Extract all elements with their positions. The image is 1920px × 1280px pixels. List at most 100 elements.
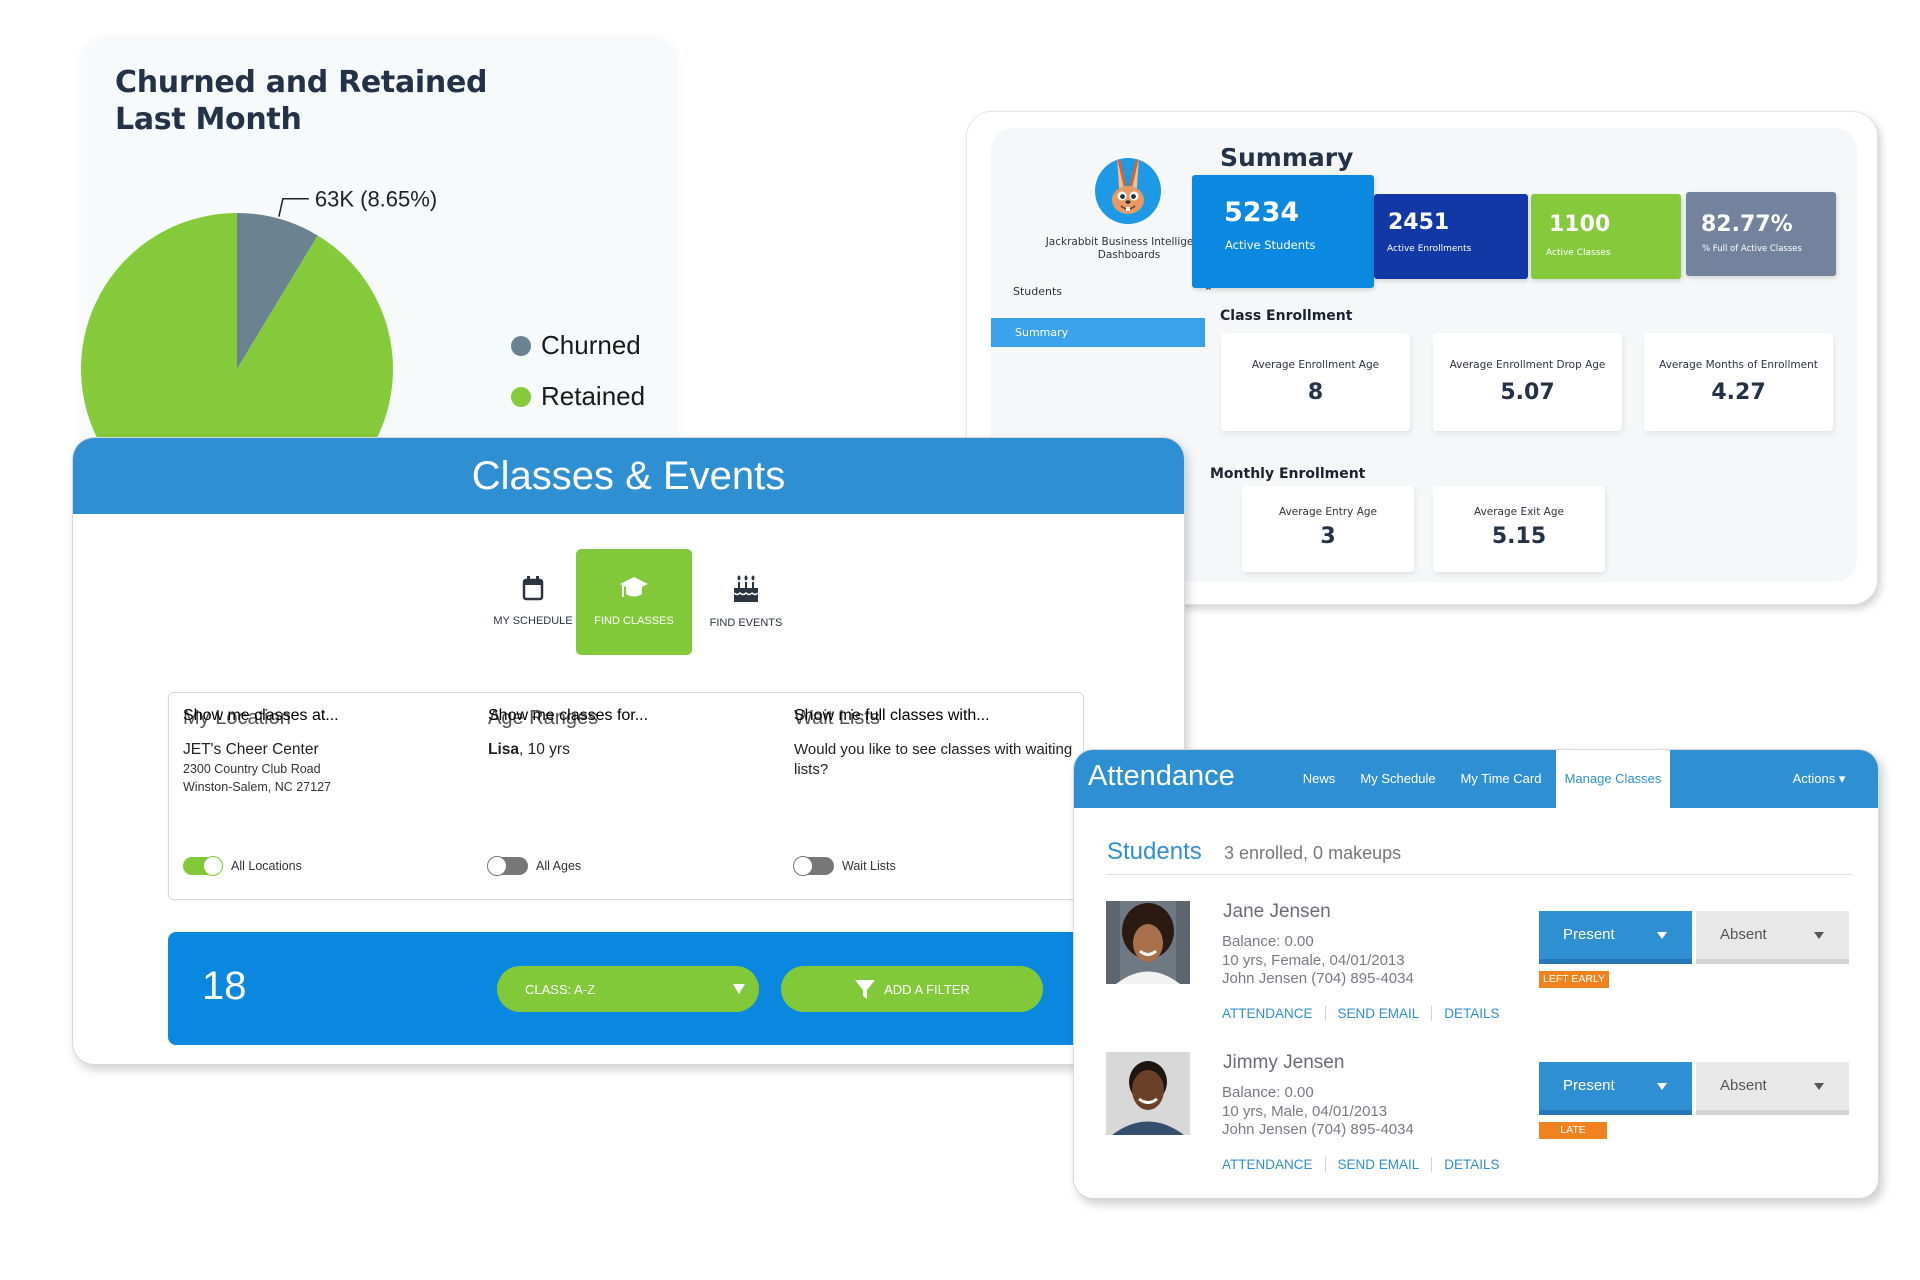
section-title-class-enrollment: Class Enrollment	[1220, 308, 1353, 324]
student-photo	[1106, 1052, 1190, 1135]
kpi-value: 5234	[1224, 197, 1300, 228]
caret-down-icon	[1657, 932, 1667, 939]
location-address-line2: Winston-Salem, NC 27127	[183, 780, 331, 794]
chart-legend: Churned Retained	[511, 330, 645, 412]
student-links: ATTENDANCE SEND EMAIL DETAILS	[1222, 1006, 1500, 1021]
filter-caption: Show me classes at...	[183, 707, 339, 724]
status-badge: LATE	[1539, 1122, 1607, 1139]
enrolled-summary: 3 enrolled, 0 makeups	[1224, 843, 1402, 863]
stat-value: 8	[1307, 380, 1324, 405]
kpi-active-students: 5234 Active Students	[1192, 175, 1374, 288]
attendance-link[interactable]: ATTENDANCE	[1222, 1157, 1313, 1172]
present-dropdown[interactable]: Present	[1539, 911, 1692, 964]
status-badge: LEFT EARLY	[1539, 971, 1610, 988]
link-separator	[1324, 1157, 1326, 1172]
kpi-label: Active Students	[1225, 238, 1316, 252]
kpi-value: 2451	[1388, 210, 1450, 235]
birthday-cake-icon	[733, 575, 759, 602]
stat-card: Average Entry Age 3	[1242, 486, 1414, 572]
nav-manage-classes[interactable]: Manage Classes	[1556, 750, 1670, 808]
send-email-link[interactable]: SEND EMAIL	[1338, 1157, 1420, 1172]
toggle-switch[interactable]	[183, 856, 223, 876]
stat-card: Average Enrollment Age 8	[1221, 333, 1410, 431]
student-details: 10 yrs, Female, 04/01/2013	[1222, 951, 1405, 969]
details-link[interactable]: DETAILS	[1444, 1006, 1499, 1021]
data-label-churned: 63K (8.65%)	[315, 187, 437, 212]
stat-label: Average Exit Age	[1474, 506, 1564, 518]
absent-dropdown[interactable]: Absent	[1696, 911, 1849, 964]
send-email-link[interactable]: SEND EMAIL	[1338, 1006, 1420, 1021]
student-name: Jane Jensen	[1223, 901, 1331, 922]
filters-panel: My Location JET's Cheer Center 2300 Coun…	[168, 692, 1084, 900]
caret-down-icon	[1814, 932, 1824, 939]
churn-chart-card: 63K (8.65%) Churned and Retained Last Mo…	[81, 36, 677, 456]
add-filter-button[interactable]: ADD A FILTER	[781, 966, 1043, 1012]
nav-my-schedule[interactable]: My Schedule	[1350, 750, 1446, 808]
section-title-monthly-enrollment: Monthly Enrollment	[1210, 466, 1366, 482]
actions-menu[interactable]: Actions ▾	[1774, 750, 1864, 808]
present-label: Present	[1563, 1077, 1615, 1094]
kpi-value: 82.77%	[1701, 212, 1793, 237]
kpi-label: Active Enrollments	[1387, 244, 1472, 254]
nav-my-time-card[interactable]: My Time Card	[1450, 750, 1552, 808]
nav-news[interactable]: News	[1292, 750, 1346, 808]
absent-dropdown[interactable]: Absent	[1696, 1062, 1849, 1115]
toggle-label: All Locations	[231, 859, 302, 873]
attendance-link[interactable]: ATTENDANCE	[1222, 1006, 1313, 1021]
divider	[1106, 874, 1852, 875]
legend-item-retained: Retained	[511, 381, 645, 412]
wait-lists-toggle[interactable]: Wait Lists	[793, 856, 896, 876]
link-separator	[1431, 1157, 1433, 1172]
absent-label: Absent	[1720, 1077, 1767, 1094]
present-dropdown[interactable]: Present	[1539, 1062, 1692, 1115]
student-contact: John Jensen (704) 895-4034	[1222, 970, 1414, 987]
sidebar-item-label: Students	[1013, 285, 1063, 298]
stat-value: 5.15	[1491, 524, 1547, 549]
legend-swatch-churned	[511, 335, 531, 356]
attendance-card: Attendance News My Schedule My Time Card…	[1073, 749, 1879, 1199]
tab-find-events[interactable]: FIND EVENTS	[688, 549, 804, 655]
student-row: Jimmy Jensen Balance: 0.00 10 yrs, Male,…	[1074, 1052, 1878, 1192]
attendance-title: Attendance	[1088, 760, 1235, 792]
kpi-value: 1100	[1549, 212, 1611, 237]
toggle-switch[interactable]	[793, 856, 834, 876]
stat-value: 3	[1320, 524, 1336, 549]
caret-down-icon	[1814, 1083, 1824, 1090]
attendance-header: Attendance News My Schedule My Time Card…	[1074, 750, 1878, 808]
all-locations-toggle[interactable]: All Locations	[183, 856, 302, 876]
student-balance: Balance: 0.00	[1222, 933, 1314, 950]
student-age: , 10 yrs	[519, 741, 570, 758]
stat-value: 4.27	[1711, 380, 1766, 405]
sort-label: CLASS: A-Z	[525, 981, 596, 997]
student-name: Lisa	[488, 741, 520, 758]
tab-my-schedule[interactable]: MY SCHEDULE	[475, 549, 591, 655]
add-filter-label: ADD A FILTER	[884, 981, 970, 997]
stat-label: Average Months of Enrollment	[1659, 359, 1818, 371]
stat-card: Average Exit Age 5.15	[1433, 486, 1605, 572]
filter-caption: Show me classes for...	[488, 707, 649, 724]
all-ages-toggle[interactable]: All Ages	[487, 856, 581, 876]
link-separator	[1324, 1006, 1326, 1021]
stat-label: Average Enrollment Age	[1251, 359, 1380, 371]
student-details: 10 yrs, Male, 04/01/2013	[1222, 1102, 1388, 1120]
student-name: Jimmy Jensen	[1223, 1052, 1345, 1073]
kpi-active-enrollments: 2451 Active Enrollments	[1374, 194, 1528, 279]
student-links: ATTENDANCE SEND EMAIL DETAILS	[1222, 1157, 1500, 1172]
details-link[interactable]: DETAILS	[1444, 1157, 1499, 1172]
sort-dropdown[interactable]: CLASS: A-Z	[497, 966, 759, 1012]
location-name: JET's Cheer Center	[183, 741, 319, 758]
toggle-label: Wait Lists	[842, 859, 896, 873]
toggle-switch[interactable]	[487, 856, 528, 876]
stat-label: Average Enrollment Drop Age	[1449, 359, 1606, 371]
student-row: Jane Jensen Balance: 0.00 10 yrs, Female…	[1074, 901, 1878, 1041]
results-bar: 18 CLASS: A-Z ADD A FILTER	[168, 932, 1184, 1045]
student-photo	[1106, 901, 1190, 984]
legend-label-retained: Retained	[541, 381, 646, 411]
caret-down-icon	[1657, 1083, 1667, 1090]
caret-down-icon	[733, 984, 745, 994]
sidebar-item-summary[interactable]: Summary	[991, 318, 1205, 347]
absent-label: Absent	[1720, 926, 1767, 943]
student-info: Balance: 0.00 10 yrs, Male, 04/01/2013 J…	[1222, 1084, 1414, 1140]
tab-find-classes[interactable]: FIND CLASSES	[576, 549, 692, 655]
sidebar-item-students[interactable]: Students ⌃	[1013, 285, 1213, 298]
